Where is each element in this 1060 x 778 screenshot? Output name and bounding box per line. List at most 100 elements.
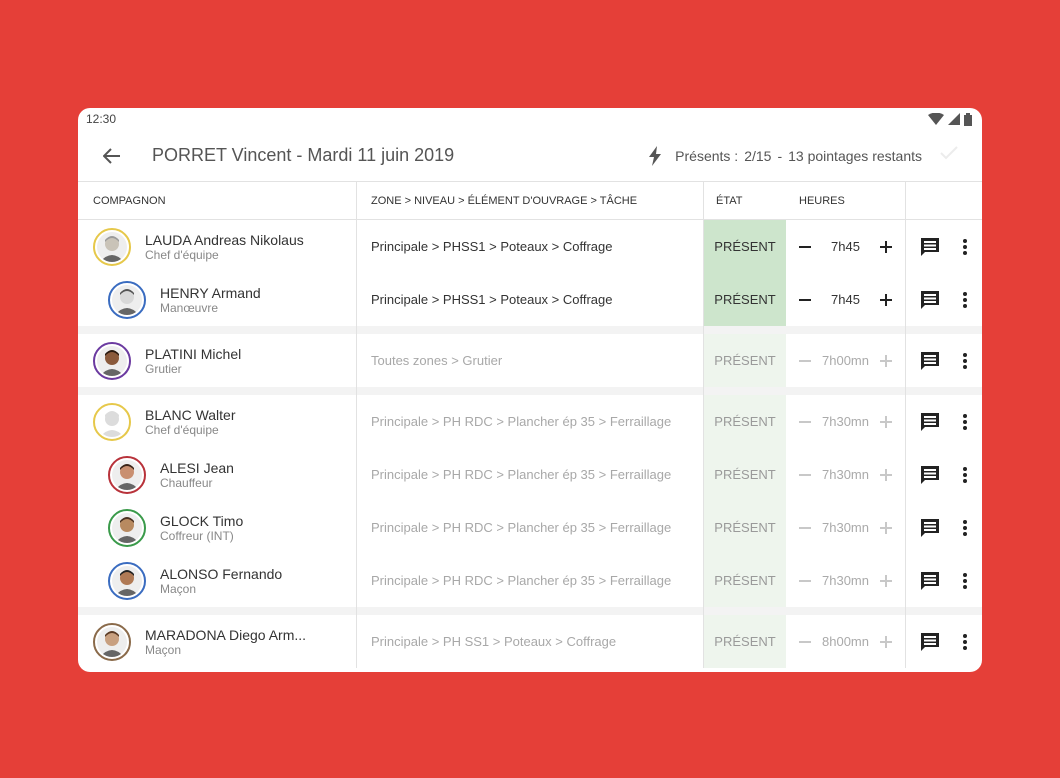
status-badge[interactable]: PRÉSENT (704, 334, 786, 387)
increment-button[interactable] (879, 635, 893, 649)
person-photo-icon (112, 284, 142, 315)
decrement-button[interactable] (798, 293, 812, 307)
person-photo-icon (97, 626, 127, 657)
worker-role: Chef d'équipe (145, 422, 219, 437)
cell-compagnon: LAUDA Andreas Nikolaus Chef d'équipe (78, 220, 357, 273)
more-options-button[interactable] (962, 413, 968, 431)
person-info: LAUDA Andreas Nikolaus Chef d'équipe (145, 232, 304, 262)
avatar-photo (112, 565, 142, 596)
increment-button[interactable] (879, 574, 893, 588)
separator-cell (704, 607, 906, 615)
comment-button[interactable] (920, 412, 940, 432)
hours-value: 7h30mn (822, 467, 869, 482)
back-button[interactable] (100, 144, 124, 168)
avatar (108, 455, 146, 494)
more-options-button[interactable] (962, 291, 968, 309)
avatar (108, 561, 146, 600)
status-badge[interactable]: PRÉSENT (704, 273, 786, 326)
comment-button[interactable] (920, 465, 940, 485)
increment-button[interactable] (879, 240, 893, 254)
avatar (108, 508, 146, 547)
arrow-left-icon (103, 147, 120, 164)
page-title: PORRET Vincent - Mardi 11 juin 2019 (152, 145, 455, 165)
decrement-button[interactable] (798, 468, 812, 482)
check-icon (940, 146, 958, 160)
more-options-button[interactable] (962, 238, 968, 256)
separator-cell (704, 326, 906, 334)
person-photo-icon (112, 512, 142, 543)
status-badge[interactable]: PRÉSENT (704, 615, 786, 668)
comment-button[interactable] (920, 518, 940, 538)
increment-button[interactable] (879, 521, 893, 535)
plus-icon (879, 468, 892, 481)
person-info: ALONSO Fernando Maçon (160, 566, 282, 596)
avatar (93, 402, 131, 441)
table-row: BLANC Walter Chef d'équipe Principale > PH… (78, 395, 982, 448)
status-badge[interactable]: PRÉSENT (704, 395, 786, 448)
comment-button[interactable] (920, 632, 940, 652)
cell-zone[interactable]: Principale > PH RDC > Plancher ép 35 > F… (357, 448, 704, 501)
comment-button[interactable] (920, 571, 940, 591)
avatar-photo (97, 406, 127, 437)
worker-name: BLANC Walter (145, 406, 236, 423)
cell-compagnon: ALONSO Fernando Maçon (78, 554, 357, 607)
more-options-button[interactable] (962, 352, 968, 370)
status-badge[interactable]: PRÉSENT (704, 554, 786, 607)
avatar-photo (97, 345, 127, 376)
plus-icon (879, 574, 892, 587)
group-separator (78, 387, 982, 395)
plus-icon (879, 415, 892, 428)
separator-cell (357, 387, 704, 395)
header-actions (906, 182, 982, 219)
increment-button[interactable] (879, 468, 893, 482)
header-compagnon: COMPAGNON (78, 182, 357, 219)
cell-zone[interactable]: Toutes zones > Grutier (357, 334, 704, 387)
tablet-screen: 12:30 PORRET Vincent - Mardi 11 juin 201… (78, 108, 982, 672)
cell-zone[interactable]: Principale > PHSS1 > Poteaux > Coffrage (357, 220, 704, 273)
validate-button[interactable] (940, 146, 958, 160)
decrement-button[interactable] (798, 240, 812, 254)
plus-icon (879, 521, 892, 534)
cell-zone[interactable]: Principale > PH RDC > Plancher ép 35 > F… (357, 554, 704, 607)
minus-icon (799, 640, 811, 643)
status-badge[interactable]: PRÉSENT (704, 448, 786, 501)
cell-zone[interactable]: Principale > PH SS1 > Poteaux > Coffrage (357, 615, 704, 668)
comment-icon (921, 412, 939, 431)
cell-zone[interactable]: Principale > PH RDC > Plancher ép 35 > F… (357, 395, 704, 448)
more-options-button[interactable] (962, 519, 968, 537)
table-row: PLATINI Michel Grutier Toutes zones > Grut… (78, 334, 982, 387)
more-options-button[interactable] (962, 633, 968, 651)
decrement-button[interactable] (798, 635, 812, 649)
more-options-button[interactable] (962, 466, 968, 484)
cell-zone[interactable]: Principale > PHSS1 > Poteaux > Coffrage (357, 273, 704, 326)
hours-stepper: 7h45 (786, 273, 906, 326)
decrement-button[interactable] (798, 574, 812, 588)
avatar-photo (112, 459, 142, 490)
plus-icon (879, 635, 892, 648)
comment-button[interactable] (920, 290, 940, 310)
comment-button[interactable] (920, 237, 940, 257)
increment-button[interactable] (879, 293, 893, 307)
presence-separator: - (777, 147, 783, 164)
status-badge[interactable]: PRÉSENT (704, 220, 786, 273)
comment-button[interactable] (920, 351, 940, 371)
decrement-button[interactable] (798, 354, 812, 368)
more-vert-icon (963, 633, 967, 650)
increment-button[interactable] (879, 415, 893, 429)
worker-name: LAUDA Andreas Nikolaus (145, 231, 304, 248)
presence-label: Présents : (675, 147, 739, 164)
minus-icon (799, 579, 811, 582)
more-vert-icon (963, 238, 967, 255)
worker-name: ALONSO Fernando (160, 565, 283, 582)
comment-icon (921, 465, 939, 484)
plus-icon (879, 240, 892, 253)
cell-zone[interactable]: Principale > PH RDC > Plancher ép 35 > F… (357, 501, 704, 554)
increment-button[interactable] (879, 354, 893, 368)
status-badge[interactable]: PRÉSENT (704, 501, 786, 554)
minus-icon (799, 245, 811, 248)
worker-role: Maçon (160, 581, 197, 596)
more-options-button[interactable] (962, 572, 968, 590)
decrement-button[interactable] (798, 521, 812, 535)
decrement-button[interactable] (798, 415, 812, 429)
presence-value: 2/15 (744, 147, 772, 164)
